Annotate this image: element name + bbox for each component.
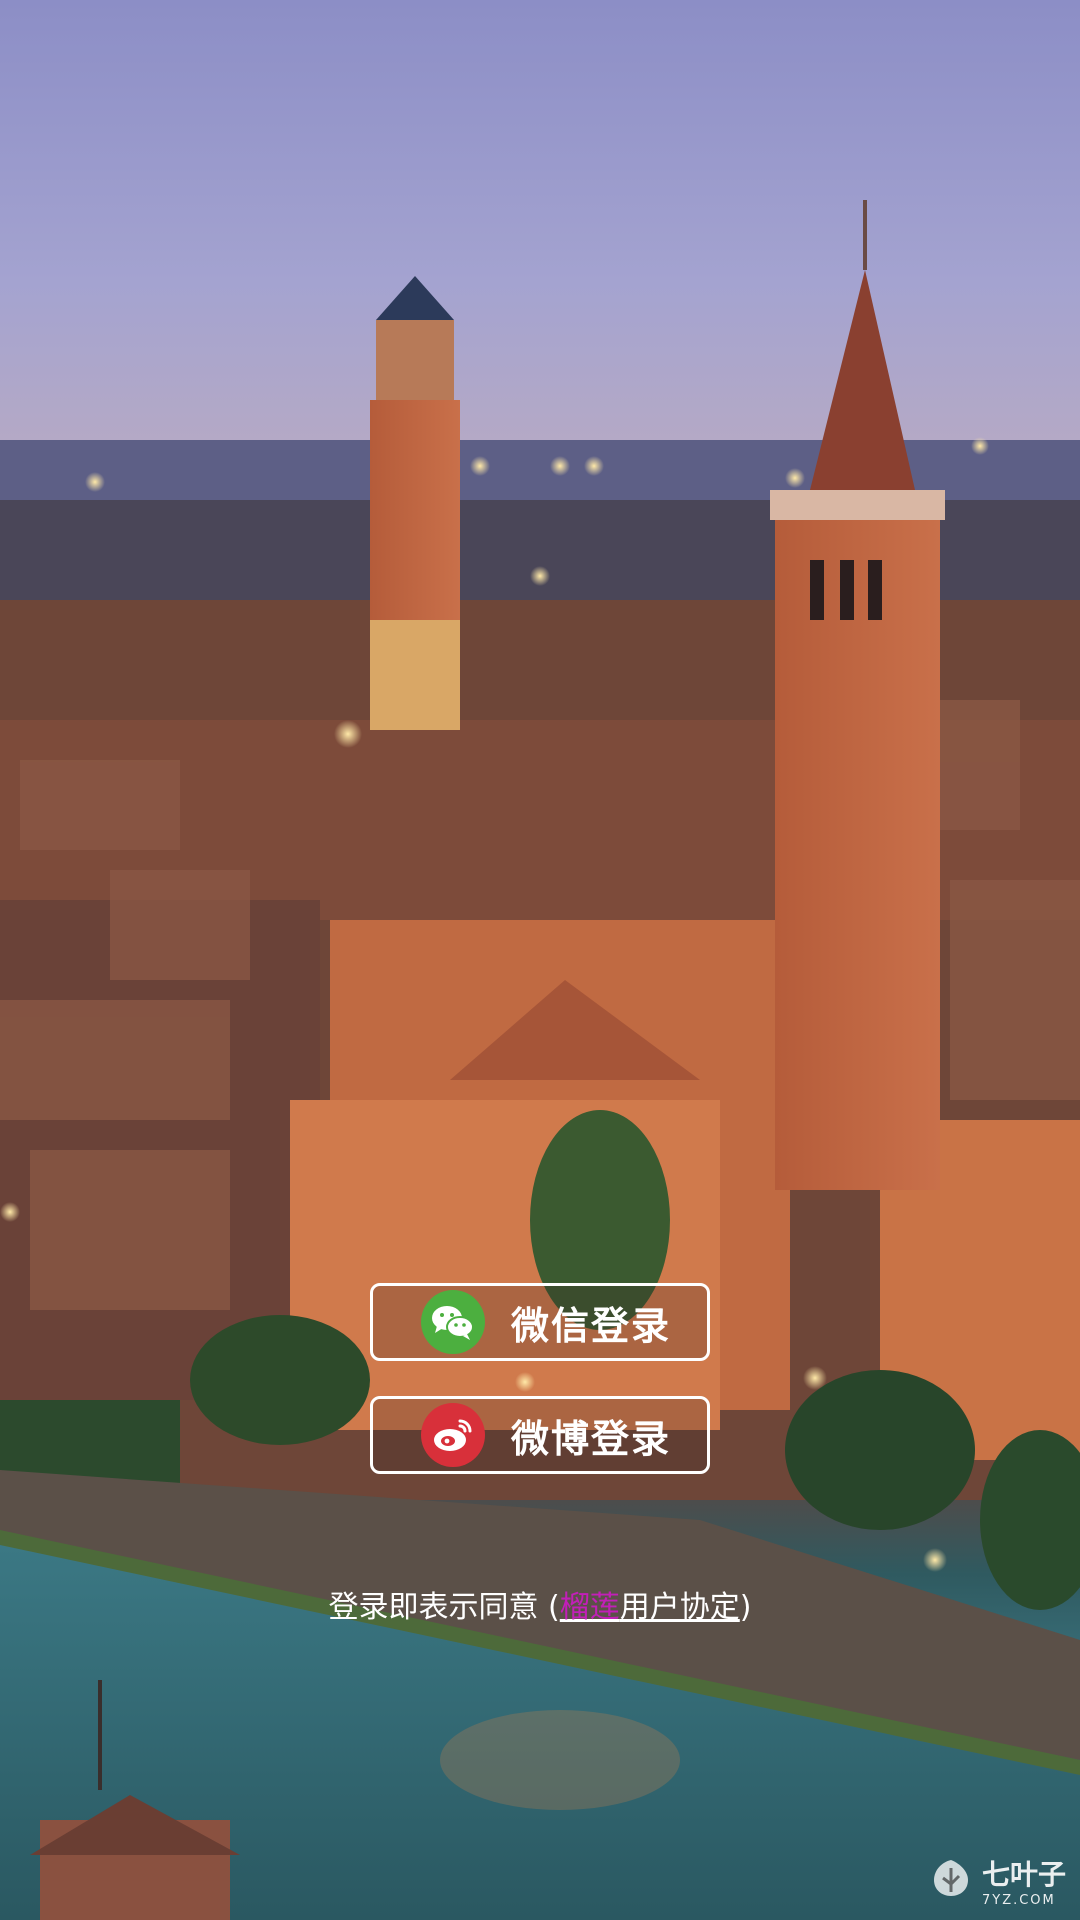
leaf-logo-icon (928, 1856, 974, 1906)
weibo-icon (421, 1403, 485, 1467)
watermark: 七叶子 7YZ.COM (928, 1853, 1066, 1908)
agreement-close-paren: ) (739, 1590, 752, 1625)
wechat-login-button[interactable]: 微信登录 (370, 1283, 710, 1361)
agreement-link-text: 用户协定 (619, 1590, 740, 1625)
weibo-login-button[interactable]: 微博登录 (370, 1396, 710, 1474)
watermark-domain: 7YZ.COM (981, 1893, 1056, 1908)
background-city-photo (0, 0, 1080, 1920)
agreement-prefix: 登录即表示同意 ( (328, 1590, 560, 1625)
user-agreement-link[interactable]: 榴莲用户协定 (560, 1590, 740, 1625)
agreement-text: 登录即表示同意 (榴莲用户协定) (0, 1582, 1080, 1626)
weibo-login-label: 微博登录 (511, 1416, 672, 1461)
brand-name: 榴莲 (559, 1590, 620, 1625)
login-screen: 微信登录 微博登录 登录即表示同意 (榴莲用户协定) 七叶子 7YZ.COM (0, 0, 1080, 1920)
wechat-icon (421, 1290, 485, 1354)
wechat-login-label: 微信登录 (511, 1303, 672, 1348)
watermark-name: 七叶子 (981, 1858, 1066, 1891)
